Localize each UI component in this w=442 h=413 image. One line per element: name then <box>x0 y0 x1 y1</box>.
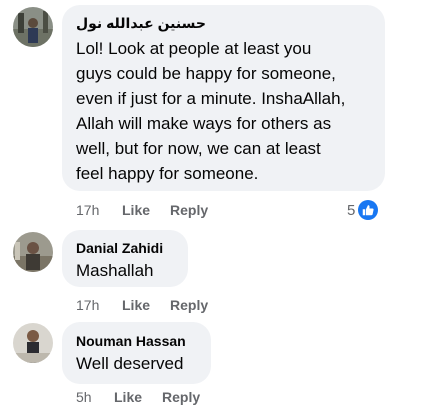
comment-author[interactable]: Danial Zahidi <box>76 240 174 256</box>
comment-text-line: feel happy for someone. <box>76 164 259 183</box>
comment-actions: 17h Like Reply <box>75 297 275 315</box>
comment-timestamp[interactable]: 5h <box>76 389 92 405</box>
like-link[interactable]: Like <box>114 389 142 405</box>
comment-timestamp[interactable]: 17h <box>76 202 99 218</box>
comment-bubble: Nouman Hassan Well deserved <box>62 322 211 384</box>
comment-text-line: Allah will make ways for others as <box>76 114 332 133</box>
comment-text-line: guys could be happy for someone, <box>76 64 336 83</box>
reaction-count: 5 <box>347 201 356 219</box>
comment-text-line: Lol! Look at people at least you <box>76 39 312 58</box>
comment-text-line: well, but for now, we can at least <box>76 139 321 158</box>
reply-link[interactable]: Reply <box>170 202 208 218</box>
comment-author[interactable]: Nouman Hassan <box>76 333 197 349</box>
comment-bubble: Danial Zahidi Mashallah <box>62 230 188 287</box>
like-link[interactable]: Like <box>122 202 150 218</box>
comment-text: Well deserved <box>76 351 197 376</box>
comment-text-line: Mashallah <box>76 261 154 280</box>
reply-link[interactable]: Reply <box>170 297 208 313</box>
comment-text: Mashallah <box>76 258 174 283</box>
avatar[interactable] <box>13 7 53 47</box>
avatar[interactable] <box>13 232 53 272</box>
comment-actions: 5h Like Reply <box>75 389 275 407</box>
reaction-summary[interactable]: 5 <box>347 199 379 221</box>
like-link[interactable]: Like <box>122 297 150 313</box>
comment-actions: 17h Like Reply <box>75 202 275 220</box>
comment-text: Lol! Look at people at least you guys co… <box>76 36 371 186</box>
comment-text-line: Well deserved <box>76 354 184 373</box>
like-icon <box>358 200 379 220</box>
comment-timestamp[interactable]: 17h <box>76 297 99 313</box>
comment-bubble: حسنين عبدالله نول Lol! Look at people at… <box>62 5 385 191</box>
comment-author[interactable]: حسنين عبدالله نول <box>76 15 371 32</box>
comment-text-line: even if just for a minute. InshaAllah, <box>76 89 346 108</box>
avatar[interactable] <box>13 323 53 363</box>
reply-link[interactable]: Reply <box>162 389 200 405</box>
